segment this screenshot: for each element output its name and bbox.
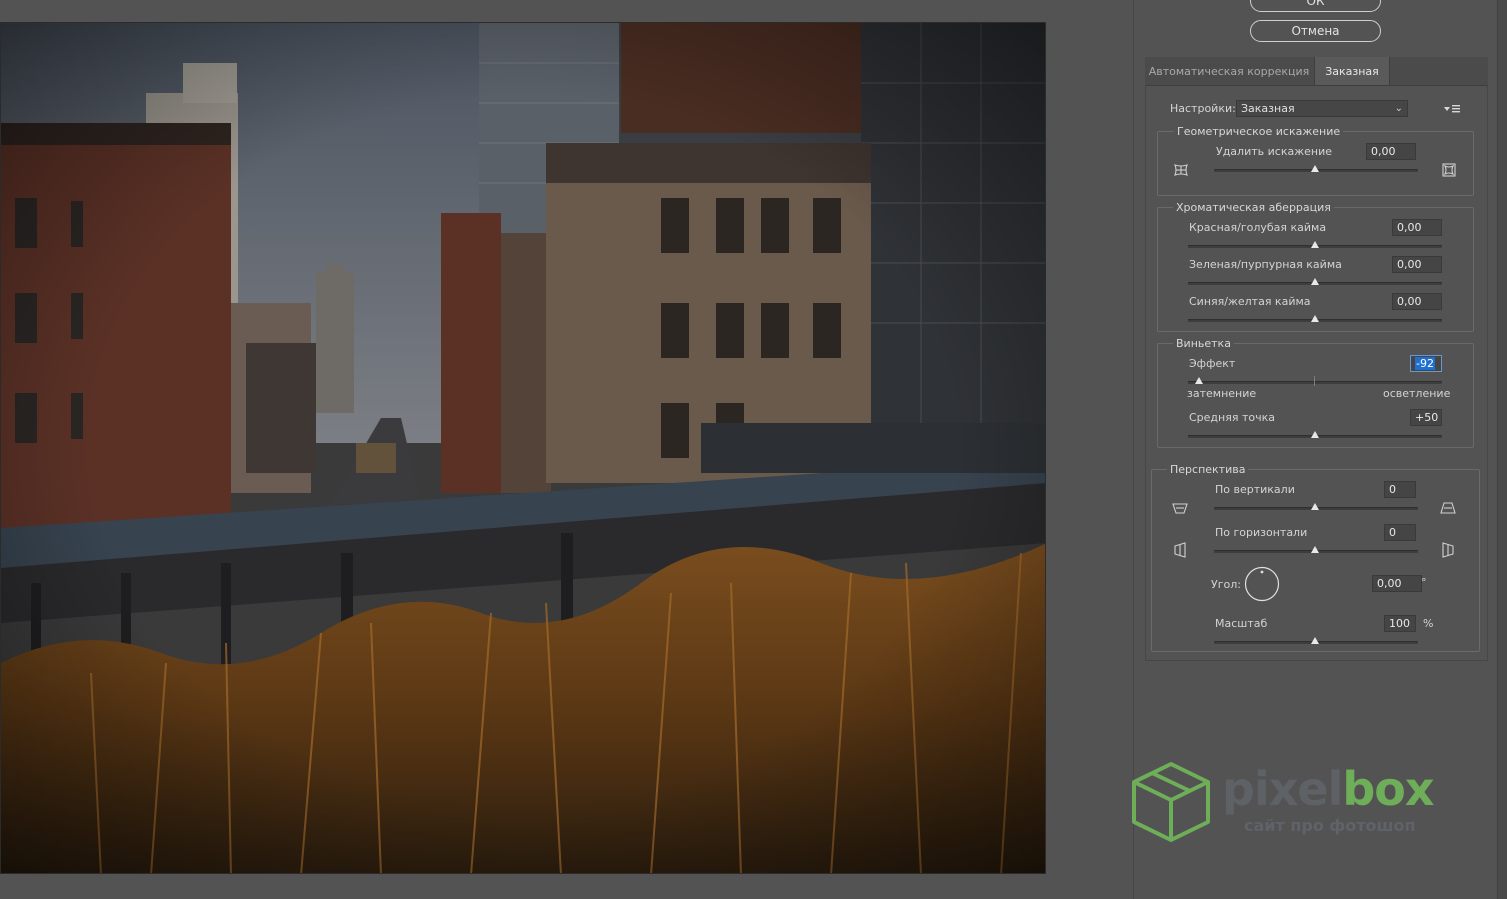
remove-distortion-label: Удалить искажение	[1216, 145, 1332, 158]
green-magenta-field[interactable]: 0,00	[1392, 256, 1442, 273]
chevron-down-icon: ⌄	[1394, 103, 1403, 114]
horizontal-label: По горизонтали	[1215, 526, 1308, 539]
geometric-distortion-title: Геометрическое искажение	[1174, 125, 1344, 138]
red-cyan-slider[interactable]	[1311, 241, 1319, 248]
vignette-center-tick	[1314, 376, 1315, 386]
geometric-distortion-group	[1157, 131, 1474, 196]
blue-yellow-label: Синяя/желтая кайма	[1189, 295, 1311, 308]
vertical-slider[interactable]	[1311, 503, 1319, 510]
tabs-bar: Автоматическая коррекция Заказная	[1145, 57, 1488, 86]
green-magenta-slider[interactable]	[1311, 278, 1319, 285]
tab-custom[interactable]: Заказная	[1314, 57, 1390, 85]
blue-yellow-field[interactable]: 0,00	[1392, 293, 1442, 310]
panel-scroll-strip[interactable]	[1497, 0, 1507, 899]
pixelbox-subtitle: сайт про фотошоп	[1244, 816, 1416, 835]
midpoint-field[interactable]: +50	[1410, 409, 1442, 426]
vignette-effect-slider[interactable]	[1195, 377, 1203, 384]
settings-menu-icon[interactable]	[1443, 101, 1461, 115]
scale-label: Масштаб	[1215, 617, 1268, 630]
pincushion-grid-icon	[1173, 162, 1189, 178]
vertical-label: По вертикали	[1215, 483, 1295, 496]
perspective-title: Перспектива	[1167, 463, 1249, 476]
darken-label: затемнение	[1187, 387, 1257, 400]
cancel-button[interactable]: Отмена	[1250, 20, 1381, 42]
city-photo	[1, 23, 1045, 873]
vertical-field[interactable]: 0	[1384, 481, 1416, 498]
pixelbox-watermark: pixelbox сайт про фотошоп	[1128, 758, 1448, 848]
angle-dial-icon[interactable]	[1244, 566, 1280, 602]
lighten-label: осветление	[1383, 387, 1451, 400]
remove-distortion-field[interactable]: 0,00	[1366, 143, 1416, 160]
scale-field[interactable]: 100	[1384, 615, 1416, 632]
vertical-perspective-left-icon	[1172, 500, 1188, 516]
horizontal-perspective-left-icon	[1172, 542, 1188, 558]
settings-label: Настройки:	[1170, 102, 1236, 115]
red-cyan-field[interactable]: 0,00	[1392, 219, 1442, 236]
horizontal-slider[interactable]	[1311, 546, 1319, 553]
barrel-grid-icon	[1441, 162, 1457, 178]
midpoint-slider[interactable]	[1311, 431, 1319, 438]
tab-auto-correction[interactable]: Автоматическая коррекция	[1145, 57, 1313, 85]
remove-distortion-slider[interactable]	[1311, 165, 1319, 172]
green-magenta-label: Зеленая/пурпурная кайма	[1189, 258, 1342, 271]
angle-unit: °	[1421, 576, 1427, 589]
midpoint-label: Средняя точка	[1189, 411, 1275, 424]
vignette-effect-value: -92	[1415, 357, 1435, 370]
ok-button[interactable]: ОК	[1250, 0, 1381, 12]
angle-field[interactable]: 0,00	[1372, 575, 1422, 592]
image-preview	[0, 22, 1046, 874]
blue-yellow-slider[interactable]	[1311, 315, 1319, 322]
pixelbox-logo-icon	[1132, 762, 1210, 842]
settings-select-value: Заказная	[1241, 102, 1295, 115]
vertical-perspective-right-icon	[1440, 500, 1456, 516]
vignette-effect-field[interactable]: -92	[1410, 355, 1442, 372]
chromatic-aberration-title: Хроматическая аберрация	[1173, 201, 1334, 214]
angle-label: Угол:	[1211, 578, 1241, 591]
horizontal-field[interactable]: 0	[1384, 524, 1416, 541]
horizontal-perspective-right-icon	[1440, 542, 1456, 558]
red-cyan-label: Красная/голубая кайма	[1189, 221, 1327, 234]
settings-select[interactable]: Заказная ⌄	[1236, 100, 1408, 117]
brand-pixel: pixel	[1222, 762, 1343, 816]
vignette-effect-track	[1188, 381, 1442, 384]
scale-slider[interactable]	[1311, 637, 1319, 644]
scale-unit: %	[1423, 617, 1434, 630]
brand-box: box	[1342, 762, 1434, 816]
vignette-effect-label: Эффект	[1189, 357, 1236, 370]
pixelbox-brand: pixelbox	[1222, 762, 1435, 816]
vignette-title: Виньетка	[1173, 337, 1234, 350]
